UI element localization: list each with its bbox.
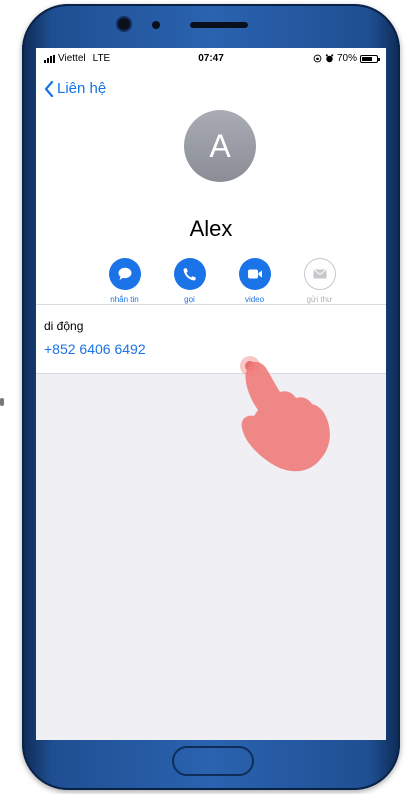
battery-percent: 70% [336,53,357,64]
phone-icon [183,267,196,280]
contact-name: Alex [189,216,233,241]
chevron-left-icon [44,80,54,97]
avatar-initial: A [209,127,231,164]
back-button[interactable]: Liên hệ [44,80,106,97]
avatar: A [184,110,256,182]
home-button[interactable] [172,746,254,776]
message-label: nhắn tin [110,295,139,304]
video-label: video [244,295,265,304]
front-camera-icon [118,18,130,30]
call-button[interactable]: gọi [157,258,222,304]
video-icon [247,269,262,279]
video-button[interactable]: video [222,258,287,304]
mail-label: gửi thư [306,295,333,304]
mail-icon [312,269,327,279]
message-button[interactable]: nhắn tin [92,258,157,304]
phone-screen: Viettel LTE 07:47 70% Liên hệ A Alex nhắ… [36,48,386,740]
tap-hand-icon [240,356,330,472]
contact-header: Liên hệ A Alex nhắn tin gọi video gửi th… [36,70,386,321]
sensor-icon [152,21,160,29]
status-right: 70% [313,53,380,64]
mail-button[interactable]: gửi thư [287,258,352,304]
phone-type-label: di động [44,319,84,333]
back-label: Liên hệ [57,80,107,97]
status-bar: Viettel LTE 07:47 70% [36,48,386,70]
alarm-icon [325,54,334,63]
phone-number-link[interactable]: +852 6406 6492 [44,341,146,357]
rotation-lock-icon [313,54,322,63]
phone-top-bezel [22,4,400,48]
side-marker [0,398,4,406]
contact-actions: nhắn tin gọi video gửi thư [92,258,352,304]
battery-icon [360,54,380,63]
phone-frame: Viettel LTE 07:47 70% Liên hệ A Alex nhắ… [22,4,400,790]
call-label: gọi [184,295,195,304]
earpiece-speaker [190,22,248,28]
message-icon [118,267,131,280]
